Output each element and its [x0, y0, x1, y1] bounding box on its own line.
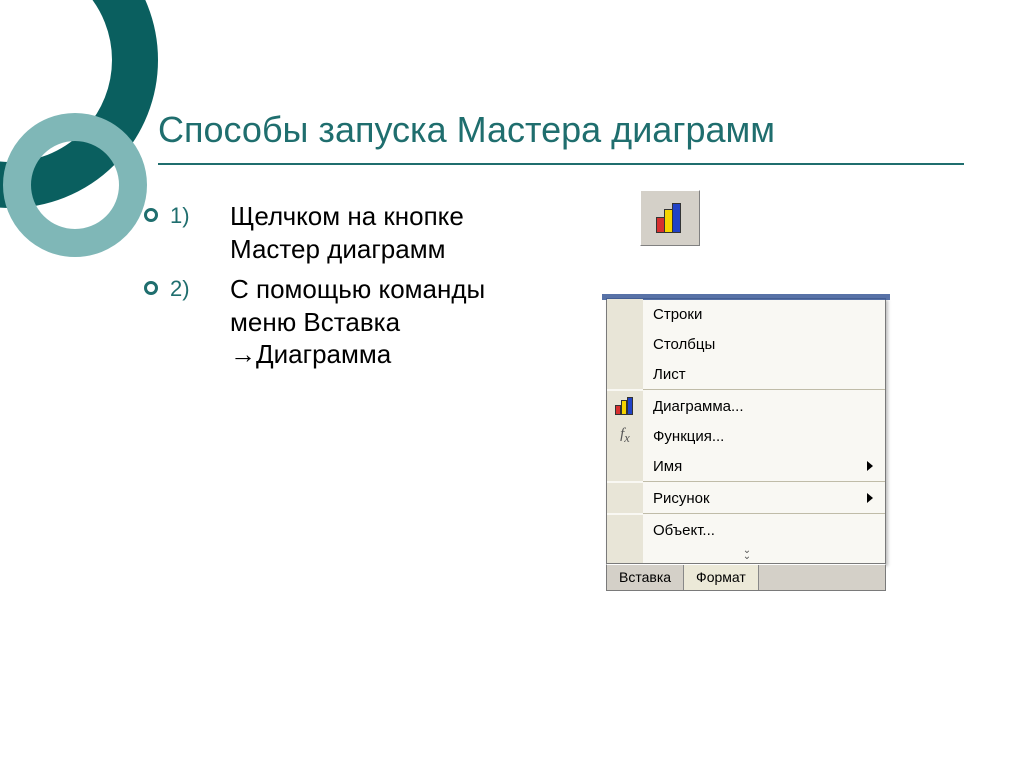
bullet-icon: [144, 281, 158, 295]
tab-insert[interactable]: Вставка: [607, 565, 684, 590]
menu-item-label: Строки: [643, 306, 885, 323]
menu-item-name[interactable]: Имя: [607, 451, 885, 481]
slide-title: Способы запуска Мастера диаграмм: [158, 108, 964, 165]
menu-item-columns[interactable]: Столбцы: [607, 329, 885, 359]
menu-item-chart[interactable]: Диаграмма...: [607, 391, 885, 421]
menu-item-picture[interactable]: Рисунок: [607, 483, 885, 513]
list-item-text: Щелчком на кнопке Мастер диаграмм: [230, 201, 464, 264]
chevron-down-icon: ⌄⌄: [743, 548, 749, 560]
submenu-arrow-icon: [867, 461, 873, 471]
menu-item-function[interactable]: fx Функция...: [607, 421, 885, 451]
menu-item-object[interactable]: Объект...: [607, 515, 885, 545]
chart-icon: [615, 397, 635, 415]
menu-item-rows[interactable]: Строки: [607, 299, 885, 329]
insert-menu-screenshot: Строки Столбцы Лист Диаграмма... fx Функ…: [606, 298, 886, 591]
body-text: Щелчком на кнопке Мастер диаграмм С помо…: [170, 200, 540, 379]
menu-item-label: Диаграмма...: [643, 398, 885, 415]
menu-expand[interactable]: ⌄⌄: [607, 545, 885, 563]
chart-wizard-button[interactable]: [640, 190, 700, 246]
function-icon: fx: [620, 426, 630, 446]
menu-item-label: Имя: [643, 458, 867, 475]
menu-item-label: Столбцы: [643, 336, 885, 353]
list-item-text: С помощью команды меню Вставка →Диаграмм…: [230, 274, 485, 369]
list-item: С помощью команды меню Вставка →Диаграмм…: [170, 273, 540, 371]
menu-tabs: Вставка Формат: [606, 564, 886, 591]
menu-item-label: Лист: [643, 366, 885, 383]
menu-item-label: Рисунок: [643, 490, 867, 507]
insert-menu: Строки Столбцы Лист Диаграмма... fx Функ…: [606, 298, 886, 564]
menu-item-sheet[interactable]: Лист: [607, 359, 885, 389]
menu-item-label: Объект...: [643, 522, 885, 539]
list-item: Щелчком на кнопке Мастер диаграмм: [170, 200, 540, 265]
bullet-icon: [144, 208, 158, 222]
tab-format[interactable]: Формат: [684, 565, 759, 590]
chart-wizard-icon: [653, 201, 687, 235]
submenu-arrow-icon: [867, 493, 873, 503]
menu-item-label: Функция...: [643, 428, 885, 445]
